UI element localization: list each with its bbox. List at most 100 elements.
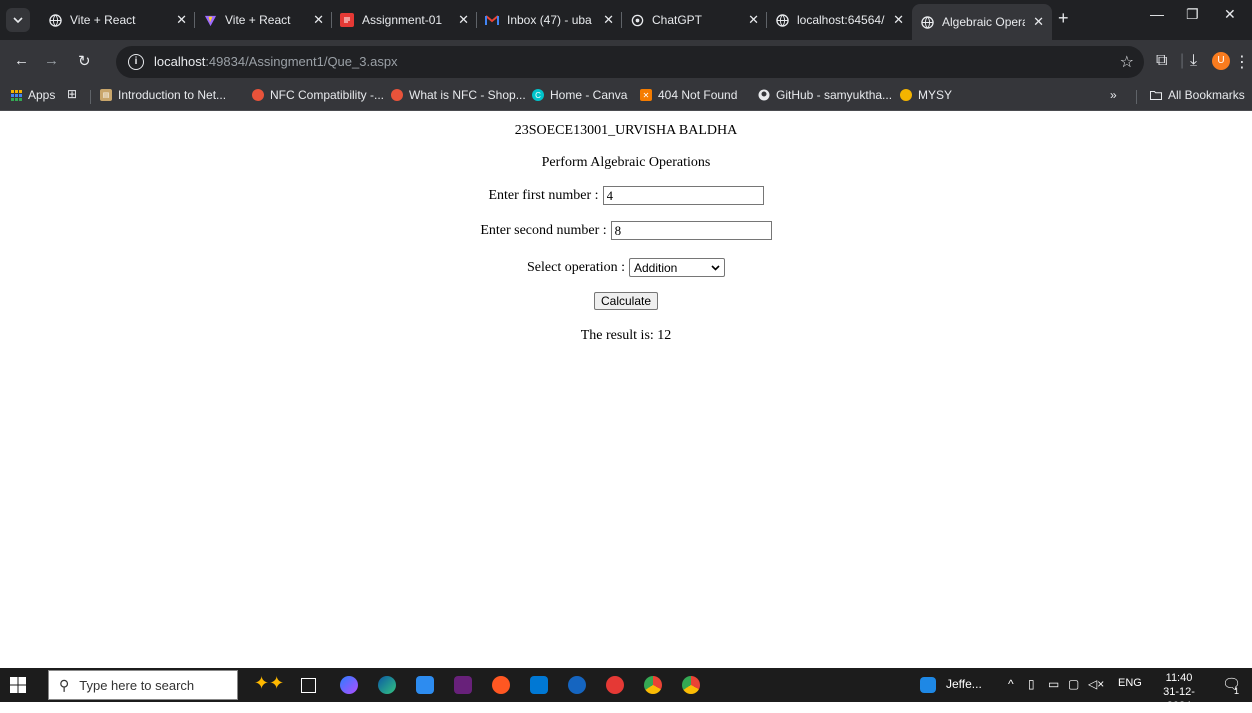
- chevron-down-icon: [711, 264, 720, 271]
- minimize-icon[interactable]: —: [1150, 6, 1164, 22]
- globe-icon: [775, 13, 789, 27]
- url-path: :49834/Assingment1/Que_3.aspx: [205, 54, 398, 69]
- close-icon[interactable]: ✕: [313, 12, 324, 28]
- all-bookmarks-label: All Bookmarks: [1168, 88, 1245, 102]
- gmail-icon: [485, 13, 499, 27]
- bookmark-star-icon[interactable]: ☆: [1120, 52, 1134, 72]
- bookmark-label: Home - Canva: [550, 88, 628, 102]
- second-number-row: Enter second number :: [0, 221, 1252, 240]
- close-icon[interactable]: ✕: [748, 12, 759, 28]
- tab-search-button[interactable]: [6, 8, 30, 32]
- new-tab-button[interactable]: +: [1058, 8, 1069, 29]
- chevron-down-icon: [13, 17, 23, 24]
- weather-app-icon[interactable]: [920, 677, 936, 693]
- globe-icon: [48, 13, 62, 27]
- bookmark-item[interactable]: GitHub - samyuktha...: [758, 88, 892, 102]
- window-close-icon[interactable]: ✕: [1224, 6, 1236, 23]
- all-bookmarks-button[interactable]: All Bookmarks: [1150, 88, 1245, 102]
- page-subheading: Perform Algebraic Operations: [541, 155, 711, 170]
- restore-icon[interactable]: ❐: [1186, 6, 1199, 23]
- tab-groups-button[interactable]: ⊞: [66, 87, 84, 101]
- github-icon: [758, 89, 770, 101]
- page-content: 23SOECE13001_URVISHA BALDHA Perform Alge…: [0, 111, 1252, 668]
- tab-gmail[interactable]: Inbox (47) - uba ✕: [477, 0, 622, 40]
- forward-arrow-icon[interactable]: →: [44, 52, 59, 69]
- network-icon[interactable]: ▭: [1048, 677, 1059, 691]
- tab-chatgpt[interactable]: ChatGPT ✕: [622, 0, 767, 40]
- clock[interactable]: 11:40 31-12-2024: [1152, 671, 1206, 713]
- more-bookmarks-button[interactable]: »: [1110, 88, 1117, 102]
- calculate-button[interactable]: Calculate: [593, 292, 659, 310]
- firefox-icon[interactable]: [492, 676, 510, 694]
- bookmark-item[interactable]: ✕ 404 Not Found: [640, 88, 737, 102]
- weather-label[interactable]: Jeffe...: [946, 677, 982, 691]
- second-number-label: Enter second number :: [480, 222, 607, 238]
- bookmark-divider: [90, 90, 91, 104]
- menu-dots-icon[interactable]: ⋮: [1234, 52, 1250, 72]
- bookmark-label: GitHub - samyuktha...: [776, 88, 893, 102]
- apps-label: Apps: [28, 88, 56, 102]
- copilot-app-icon[interactable]: [340, 676, 358, 694]
- taskbar-search[interactable]: ⚲ Type here to search: [48, 670, 238, 700]
- volume-muted-icon[interactable]: ◁×: [1088, 677, 1104, 691]
- bookmark-label: NFC Compatibility -...: [270, 88, 385, 102]
- address-bar[interactable]: i localhost:49834/Assingment1/Que_3.aspx…: [116, 46, 1144, 78]
- file-explorer-icon[interactable]: [416, 676, 434, 694]
- url-text[interactable]: localhost:49834/Assingment1/Que_3.aspx: [154, 54, 398, 69]
- tab-localhost-64564[interactable]: localhost:64564/ ✕: [767, 0, 912, 40]
- folder-icon: [1150, 89, 1162, 101]
- visual-studio-icon[interactable]: [454, 676, 472, 694]
- close-icon[interactable]: ✕: [893, 12, 904, 28]
- display-icon[interactable]: ▢: [1068, 677, 1079, 691]
- device-icon[interactable]: ▯: [1028, 677, 1035, 691]
- chatgpt-icon: [630, 13, 644, 27]
- globe-icon: [920, 15, 934, 29]
- nfc-icon: [391, 89, 403, 101]
- wps-office-icon[interactable]: [606, 676, 624, 694]
- reload-icon[interactable]: ↻: [78, 52, 91, 70]
- windows-start-icon[interactable]: [10, 677, 26, 693]
- app-icon[interactable]: [568, 676, 586, 694]
- result-text: The result is: 12: [580, 328, 672, 343]
- chrome-icon[interactable]: [644, 676, 662, 694]
- edge-browser-icon[interactable]: [378, 676, 396, 694]
- profile-avatar[interactable]: U: [1212, 52, 1230, 70]
- first-number-input[interactable]: [602, 186, 764, 205]
- bookmark-item[interactable]: C Home - Canva: [532, 88, 627, 102]
- task-view-icon[interactable]: [301, 678, 316, 693]
- language-indicator[interactable]: ENG: [1118, 677, 1142, 689]
- second-number-input[interactable]: [610, 221, 772, 240]
- bookmark-item[interactable]: NFC Compatibility -...: [252, 88, 384, 102]
- copilot-sparkle-icon[interactable]: ✦✦: [254, 673, 284, 693]
- download-icon[interactable]: ⤓: [1190, 52, 1197, 70]
- close-icon[interactable]: ✕: [176, 12, 187, 28]
- back-arrow-icon[interactable]: ←: [14, 52, 29, 69]
- tab-assignment[interactable]: Assignment-01 ✕: [332, 0, 477, 40]
- bookmark-item[interactable]: ▤ Introduction to Net...: [100, 88, 226, 102]
- vscode-icon[interactable]: [530, 676, 548, 694]
- bookmark-label: What is NFC - Shop...: [409, 88, 526, 102]
- tab-title: localhost:64564/: [797, 13, 885, 27]
- windows-taskbar: ⚲ Type here to search ✦✦ Jeffe... ^ ▯ ▭ …: [0, 668, 1252, 712]
- bookmark-item[interactable]: MYSY: [900, 88, 952, 102]
- apps-shortcut[interactable]: Apps: [10, 88, 55, 102]
- tab-vite-react-2[interactable]: Vite + React ✕: [195, 0, 332, 40]
- close-icon[interactable]: ✕: [603, 12, 614, 28]
- chrome-profile-icon[interactable]: [682, 676, 700, 694]
- double-chevron-icon: »: [1110, 88, 1117, 102]
- extensions-icon[interactable]: ⧉: [1156, 52, 1167, 70]
- bookmark-item[interactable]: What is NFC - Shop...: [391, 88, 526, 102]
- notification-count: 1: [1234, 686, 1240, 696]
- site-info-icon[interactable]: i: [128, 54, 144, 70]
- chevron-up-icon[interactable]: ^: [1008, 677, 1014, 691]
- tab-title: Inbox (47) - uba: [507, 13, 592, 27]
- canva-icon: C: [532, 89, 544, 101]
- close-icon[interactable]: ✕: [458, 12, 469, 28]
- operation-row: Select operation : Addition: [0, 258, 1252, 277]
- tab-vite-react-1[interactable]: Vite + React ✕: [40, 0, 195, 40]
- tab-algebraic-operations[interactable]: Algebraic Opera ✕: [912, 4, 1052, 40]
- red-doc-icon: [340, 13, 354, 27]
- close-icon[interactable]: ✕: [1033, 14, 1044, 30]
- calculate-row: Calculate: [0, 292, 1252, 310]
- operation-select[interactable]: Addition: [628, 258, 725, 277]
